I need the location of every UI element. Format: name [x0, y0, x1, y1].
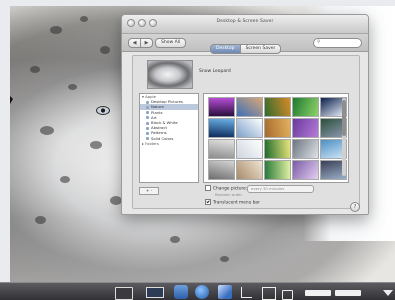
wallpaper-thumbnail[interactable] — [292, 118, 319, 138]
folder-icon — [146, 126, 149, 130]
nav-buttons: ◀ ▶ — [128, 38, 153, 48]
tab-screen-saver[interactable]: Screen Saver — [240, 44, 282, 54]
desktop-panel: Snow Leopard ▾ Apple Desktop Pictures Na… — [132, 55, 360, 209]
folder-icon — [146, 111, 149, 115]
checkbox-box-checked[interactable] — [205, 199, 211, 205]
checkbox-box[interactable] — [205, 185, 211, 191]
thumbnail-grid — [208, 97, 347, 180]
help-button[interactable]: ? — [350, 202, 360, 212]
search-field[interactable]: ⚲ — [313, 38, 362, 48]
translucent-menu-bar-checkbox[interactable]: Translucent menu bar — [205, 199, 260, 206]
dock-item-white-2[interactable] — [335, 290, 361, 296]
wallpaper-thumbnail[interactable] — [264, 97, 291, 117]
tab-desktop[interactable]: Desktop — [210, 44, 241, 54]
dock-item-white[interactable] — [305, 290, 331, 296]
finder-icon[interactable] — [174, 285, 188, 299]
mouse-cursor-icon — [10, 96, 13, 104]
screen: Desktop & Screen Saver ◀ ▶ Show All ⚲ De… — [0, 0, 395, 300]
scrollbar-knob[interactable] — [342, 100, 346, 136]
arrow-icon[interactable] — [241, 287, 252, 298]
system-preferences-window: Desktop & Screen Saver ◀ ▶ Show All ⚲ De… — [121, 14, 369, 215]
wallpaper-thumbnail[interactable] — [292, 139, 319, 159]
wallpaper-thumbnail[interactable] — [236, 160, 263, 180]
wallpaper-thumbnail[interactable] — [208, 97, 235, 117]
monitor-icon[interactable] — [146, 287, 164, 298]
wallpaper-thumbnail[interactable] — [292, 160, 319, 180]
folder-icon — [146, 121, 149, 125]
sidebar-header-folders[interactable]: ▸ Folders — [140, 141, 198, 146]
interval-popup[interactable]: every 30 minutes — [247, 185, 314, 193]
add-remove-buttons[interactable]: + - — [139, 187, 159, 195]
search-icon: ⚲ — [317, 40, 321, 45]
wallpaper-thumbnail[interactable] — [236, 118, 263, 138]
back-button[interactable]: ◀ — [128, 38, 141, 48]
wallpaper-thumbnail[interactable] — [208, 118, 235, 138]
window-icon[interactable] — [262, 287, 276, 300]
wallpaper-thumbnail[interactable] — [264, 160, 291, 180]
wallpaper-thumbnail[interactable] — [264, 118, 291, 138]
current-picture-preview — [147, 60, 193, 89]
show-all-button[interactable]: Show All — [155, 38, 187, 48]
change-picture-checkbox[interactable]: Change picture: — [205, 185, 247, 192]
wallpaper-thumbnail[interactable] — [208, 139, 235, 159]
display-icon[interactable] — [115, 287, 133, 300]
wallpaper-thumbnail[interactable] — [236, 97, 263, 117]
folder-icon — [146, 137, 149, 141]
forward-button[interactable]: ▶ — [141, 38, 153, 48]
folder-icon — [146, 131, 149, 135]
scrollbar[interactable] — [342, 98, 346, 176]
picture-grid — [203, 93, 349, 183]
tab-bar: Desktop Screen Saver — [210, 44, 282, 54]
source-list: ▾ Apple Desktop Pictures Nature Plants A… — [139, 93, 199, 183]
dock — [0, 282, 395, 300]
eject-icon[interactable] — [383, 290, 393, 296]
wallpaper-thumbnail[interactable] — [264, 139, 291, 159]
random-order-checkbox[interactable]: Random order — [215, 192, 242, 197]
lock-icon[interactable] — [282, 290, 293, 300]
wallpaper-thumbnail[interactable] — [208, 160, 235, 180]
folder-icon — [146, 105, 149, 109]
current-picture-name: Snow Leopard — [199, 69, 231, 74]
folder-icon — [146, 100, 149, 104]
wallpaper-thumbnail[interactable] — [236, 139, 263, 159]
folder-icon — [146, 116, 149, 120]
safari-icon[interactable] — [195, 285, 209, 299]
wallpaper-thumbnail[interactable] — [292, 97, 319, 117]
pencil-icon[interactable] — [218, 285, 232, 299]
title-bar[interactable]: Desktop & Screen Saver — [122, 15, 368, 34]
leopard-eye-icon — [96, 106, 110, 115]
window-title: Desktop & Screen Saver — [216, 19, 274, 24]
